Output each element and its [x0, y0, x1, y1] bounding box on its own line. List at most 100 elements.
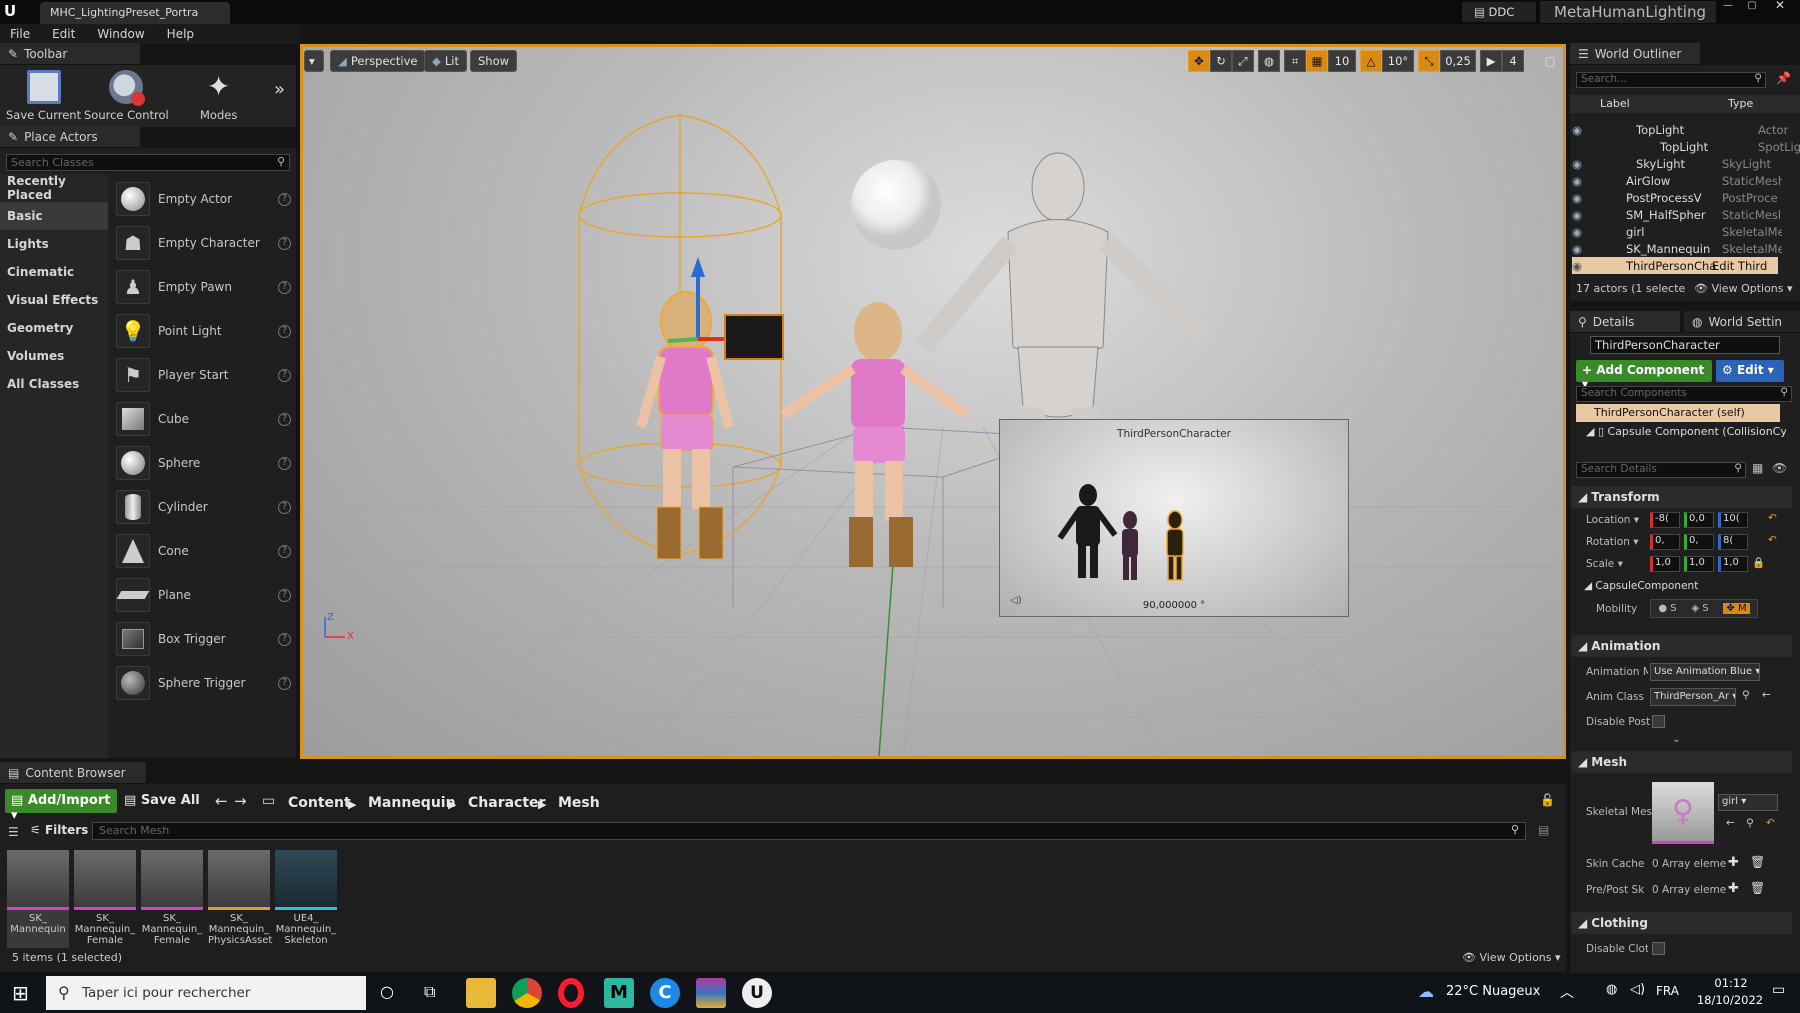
actor-name-field[interactable]: ThirdPersonCharacter: [1590, 336, 1780, 354]
actor-empty-pawn[interactable]: ♟ Empty Pawn?: [116, 265, 291, 309]
save-current-button[interactable]: Save Current: [6, 70, 81, 122]
grid-snap-value[interactable]: 10: [1328, 50, 1356, 72]
reset-icon[interactable]: ↶: [1766, 817, 1775, 829]
outliner-row[interactable]: ◉ SkyLight SkyLight: [1572, 155, 1782, 172]
property-matrix-icon[interactable]: ▦: [1752, 461, 1763, 475]
world-settings-tab[interactable]: ◍ World Settin: [1684, 311, 1800, 333]
scale-x[interactable]: 1,0: [1650, 556, 1680, 572]
network-icon[interactable]: ◍: [1606, 982, 1617, 997]
use-selected-icon[interactable]: ←: [1762, 689, 1771, 701]
disable-post-checkbox[interactable]: [1652, 715, 1665, 728]
outliner-row[interactable]: ◉ TopLight Actor: [1572, 121, 1788, 138]
add-import-button[interactable]: ▤ Add/Import ▾: [5, 789, 117, 823]
category-lights[interactable]: Lights: [0, 230, 108, 258]
category-volumes[interactable]: Volumes: [0, 342, 108, 370]
level-viewport[interactable]: Z X ThirdPersonCharacter ◁) 90,000000 °: [300, 44, 1566, 759]
lit-button[interactable]: ◆ Lit: [424, 50, 467, 72]
rotation-x[interactable]: 0,: [1650, 534, 1680, 550]
toolbar-expand-icon[interactable]: »: [274, 79, 285, 100]
scale-label[interactable]: Scale ▾: [1586, 558, 1623, 570]
outliner-row[interactable]: ◉ AirGlow StaticMesh: [1572, 172, 1782, 189]
category-recently-placed[interactable]: Recently Placed: [0, 174, 108, 202]
disable-cloth-checkbox[interactable]: [1652, 942, 1665, 955]
animation-section[interactable]: ◢ Animation: [1572, 635, 1792, 657]
asset-tile[interactable]: SK_ Mannequin_ Female: [74, 850, 136, 948]
task-view-icon[interactable]: ⧉: [424, 982, 435, 1002]
component-capsule-row[interactable]: ◢ ▯ Capsule Component (CollisionCyl: [1586, 425, 1786, 443]
grid-snap-icon[interactable]: ▦: [1306, 50, 1328, 72]
location-x[interactable]: -8(: [1650, 512, 1680, 528]
opera-icon[interactable]: [558, 978, 584, 1008]
cortana-icon[interactable]: ○: [380, 982, 394, 1001]
outliner-row[interactable]: ◉ PostProcessV PostProce: [1572, 189, 1782, 206]
actor-empty-actor[interactable]: Empty Actor?: [116, 177, 291, 221]
reset-location-icon[interactable]: ↶: [1768, 512, 1777, 524]
minimize-button[interactable]: —: [1716, 0, 1740, 14]
outliner-row[interactable]: ◉ SK_Mannequin SkeletalMe: [1572, 240, 1782, 257]
mobility-toggle[interactable]: ● S ◈ S ✥ M: [1650, 599, 1758, 618]
eye-icon[interactable]: ◉: [1572, 123, 1588, 137]
outliner-row[interactable]: ◉ girl SkeletalMe: [1572, 223, 1782, 240]
help-icon[interactable]: ?: [278, 632, 291, 646]
rotation-label[interactable]: Rotation ▾: [1586, 536, 1639, 548]
visibility-icon[interactable]: 👁: [1772, 461, 1787, 475]
eye-icon[interactable]: ◉: [1572, 208, 1588, 222]
rotate-tool-icon[interactable]: ↻: [1210, 50, 1232, 72]
toolbar-tab[interactable]: ✎ Toolbar: [0, 43, 140, 65]
weather-text[interactable]: 22°C Nuageux: [1446, 984, 1540, 999]
transform-section[interactable]: ◢ Transform: [1572, 486, 1792, 508]
actor-cube[interactable]: Cube?: [116, 397, 291, 441]
browse-icon[interactable]: ⚲: [1742, 689, 1750, 701]
app-m-icon[interactable]: M: [604, 978, 634, 1008]
lock-icon[interactable]: 🔓: [1540, 793, 1555, 807]
stationary-option[interactable]: ◈ S: [1691, 603, 1708, 614]
category-all-classes[interactable]: All Classes: [0, 370, 108, 398]
category-cinematic[interactable]: Cinematic: [0, 258, 108, 286]
modes-button[interactable]: ✦ Modes: [200, 70, 237, 122]
breadcrumb-mesh[interactable]: Mesh: [558, 795, 600, 811]
location-y[interactable]: 0,0: [1684, 512, 1714, 528]
details-tab[interactable]: ⚲ Details: [1570, 311, 1680, 333]
surface-snap-icon[interactable]: ⌗: [1284, 50, 1306, 72]
help-icon[interactable]: ?: [278, 368, 291, 382]
show-button[interactable]: Show: [470, 50, 518, 72]
eye-icon[interactable]: ◉: [1572, 225, 1588, 239]
actor-plane[interactable]: Plane?: [116, 573, 291, 617]
category-visual-effects[interactable]: Visual Effects: [0, 286, 108, 314]
windows-start-icon[interactable]: ⊞: [12, 981, 29, 1005]
col-type[interactable]: Type: [1728, 97, 1753, 110]
scale-snap-value[interactable]: 0,25: [1440, 50, 1476, 72]
help-icon[interactable]: ?: [278, 236, 291, 250]
outliner-view-options[interactable]: 👁 View Options ▾: [1694, 282, 1793, 295]
help-icon[interactable]: ?: [278, 588, 291, 602]
sources-toggle-icon[interactable]: ☰: [8, 825, 19, 839]
outliner-row[interactable]: ◉ SM_HalfSpher StaticMesl: [1572, 206, 1782, 223]
browse-icon[interactable]: ⚲: [1746, 817, 1754, 829]
scale-z[interactable]: 1,0: [1718, 556, 1748, 572]
rotation-y[interactable]: 0,: [1684, 534, 1714, 550]
actor-box-trigger[interactable]: Box Trigger?: [116, 617, 291, 661]
source-control-button[interactable]: Source Control: [84, 70, 169, 122]
scale-y[interactable]: 1,0: [1684, 556, 1714, 572]
add-component-button[interactable]: + Add Component ▾: [1576, 360, 1712, 391]
actor-player-start[interactable]: ⚑ Player Start?: [116, 353, 291, 397]
menu-window[interactable]: Window: [97, 27, 144, 41]
forward-arrow-icon[interactable]: →: [234, 792, 247, 810]
save-all-button[interactable]: ▤ Save All: [124, 793, 200, 808]
help-icon[interactable]: ?: [278, 500, 291, 514]
rotation-snap-icon[interactable]: △: [1360, 50, 1382, 72]
actor-point-light[interactable]: 💡 Point Light?: [116, 309, 291, 353]
eye-icon[interactable]: ◉: [1572, 174, 1588, 188]
unreal-logo[interactable]: U: [4, 2, 22, 22]
tray-chevron-icon[interactable]: ︿: [1560, 982, 1574, 1002]
menu-file[interactable]: File: [10, 27, 30, 41]
asset-tile[interactable]: SK_ Mannequin_ Female: [141, 850, 203, 948]
close-button[interactable]: ✕: [1768, 0, 1792, 12]
outliner-search-input[interactable]: Search... ⚲: [1576, 72, 1766, 88]
taskbar-search-input[interactable]: ⚲ Taper ici pour rechercher: [46, 976, 366, 1010]
help-icon[interactable]: ?: [278, 412, 291, 426]
help-icon[interactable]: ?: [278, 456, 291, 470]
expand-arrow-icon[interactable]: ⌄: [1672, 733, 1681, 745]
help-icon[interactable]: ?: [278, 280, 291, 294]
app-c-icon[interactable]: C: [650, 978, 680, 1008]
